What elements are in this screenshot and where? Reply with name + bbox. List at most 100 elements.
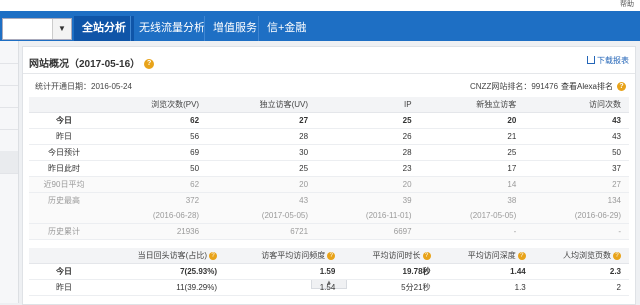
row-label: 昨日 [29,279,99,296]
download-label: 下载报表 [597,56,629,65]
table-cell: 27 [207,112,317,129]
alexa-rank-link[interactable]: 查看Alexa排名? [561,81,627,92]
panel-title-text: 网站概况（2017-05-16） [29,59,141,70]
sidebar-item[interactable] [0,151,18,174]
question-icon[interactable]: ? [613,251,621,260]
table-row: 今日 62 27 25 20 43 [29,112,629,129]
table-header: 独立访客(UV) [207,97,317,113]
table-cell: (2016-11-01) [316,208,420,224]
table-header: 当日回头访客(占比)? [99,248,225,264]
table-cell: 43 [524,112,629,129]
tab-full-site-analysis[interactable]: 全站分析 [74,16,134,41]
table-cell: 1.54 [225,279,344,296]
table-cell: 27 [524,176,629,193]
table-cell: - [524,223,629,240]
table-header-label: 访客平均访问频度 [261,251,326,260]
table-header: 访客平均访问频度? [225,248,344,264]
table-cell: 11(39.29%) [99,279,225,296]
table-header: 平均访问深度? [438,248,534,264]
row-label: 今日 [29,112,99,129]
table-cell: 21 [419,128,525,145]
table-row: 历史最高 372 43 39 38 134 [29,192,629,208]
table-header: 浏览次数(PV) [99,97,208,113]
table-cell: 1.59 [225,263,344,280]
table-header [29,248,99,264]
sidebar-item[interactable] [0,107,18,130]
sidebar-item[interactable] [0,85,18,108]
table-cell: 17 [419,160,525,177]
sidebar-item[interactable] [0,129,18,152]
row-label: 昨日 [29,128,99,145]
table-row: 近90日平均 62 20 20 14 27 [29,176,629,193]
visitor-detail-table: 当日回头访客(占比)? 访客平均访问频度? 平均访问时长? 平均访问深度? 人均… [29,248,629,296]
table-cell: 50 [524,144,629,161]
table-header-label: 平均访问时长 [372,251,421,260]
table-header-row: 当日回头访客(占比)? 访客平均访问频度? 平均访问时长? 平均访问深度? 人均… [29,248,629,264]
stat-open-date: 统计开通日期：2016-05-24 [35,82,132,91]
table-row: 今日 7(25.93%) 1.59 19.78秒 1.44 2.3 [29,263,629,280]
download-report-link[interactable]: 下载报表 [587,55,629,66]
table-cell: 19.78秒 [343,263,439,280]
table-cell: 21936 [99,223,208,240]
question-icon[interactable]: ? [209,251,217,260]
chevron-down-icon[interactable]: ▼ [52,19,71,39]
row-label: 今日 [29,263,99,280]
table-cell: (2016-06-29) [524,208,629,224]
sidebar-item[interactable] [0,41,18,64]
table-cell: 5分21秒 [343,279,439,296]
site-selector-input[interactable] [3,19,53,39]
table-cell: 23 [316,160,420,177]
question-icon[interactable]: ? [617,82,627,92]
table-cell: 6697 [316,223,420,240]
table-cell: 28 [316,144,420,161]
table-cell: 20 [316,176,420,193]
tab-xin-finance[interactable]: 信+金融 [258,16,314,41]
row-label: 历史累计 [29,223,99,240]
table-cell: 2.3 [533,263,629,280]
table-cell: (2017-05-05) [207,208,317,224]
table-cell: 38 [419,192,525,208]
table-row: 今日预计 69 30 28 25 50 [29,144,629,161]
table-cell: 14 [419,176,525,193]
table-cell: 50 [99,160,208,177]
tab-value-added[interactable]: 增值服务 [204,16,265,41]
row-label [29,208,99,224]
table-header: 访问次数 [524,97,629,113]
table-header: 新独立访客 [419,97,525,113]
row-label: 近90日平均 [29,176,99,193]
alexa-rank-label: 查看Alexa排名 [561,82,614,91]
table-header [29,97,99,113]
row-label: 昨日此时 [29,160,99,177]
table-cell: 43 [524,128,629,145]
table-header-label: 平均访问深度 [467,251,516,260]
table-cell: 30 [207,144,317,161]
table-cell: (2016-06-28) [99,208,208,224]
table-cell: 56 [99,128,208,145]
table-header-label: 人均浏览页数 [563,251,611,260]
table-cell: 25 [316,112,420,129]
table-cell: 7(25.93%) [99,263,225,280]
table-cell: - [419,223,525,240]
site-selector[interactable]: ▼ [2,18,72,40]
site-overview-panel: 网站概况（2017-05-16）? 下载报表 统计开通日期：2016-05-24… [22,46,636,305]
table-cell: 6721 [207,223,317,240]
sidebar-item[interactable] [0,63,18,86]
table-row: (2016-06-28) (2017-05-05) (2016-11-01) (… [29,208,629,224]
question-icon[interactable]: ? [422,251,431,260]
table-header: 人均浏览页数? [533,248,629,264]
table-header-label: 当日回头访客(占比) [137,251,207,260]
download-icon [587,56,595,64]
question-icon[interactable]: ? [144,59,155,70]
divider [23,73,635,74]
question-icon[interactable]: ? [517,251,526,260]
top-strip: 帮助 [0,0,640,8]
table-cell: 39 [316,192,420,208]
table-row: 昨日此时 50 25 23 17 37 [29,160,629,177]
table-cell: 62 [99,112,208,129]
table-cell: 69 [99,144,208,161]
overview-table: 浏览次数(PV) 独立访客(UV) IP 新独立访客 访问次数 今日 62 27… [29,97,629,240]
tab-wireless-traffic[interactable]: 无线流量分析 [130,16,213,41]
table-header-row: 浏览次数(PV) 独立访客(UV) IP 新独立访客 访问次数 [29,97,629,113]
panel-title: 网站概况（2017-05-16）? [29,55,155,70]
question-icon[interactable]: ? [327,251,336,260]
